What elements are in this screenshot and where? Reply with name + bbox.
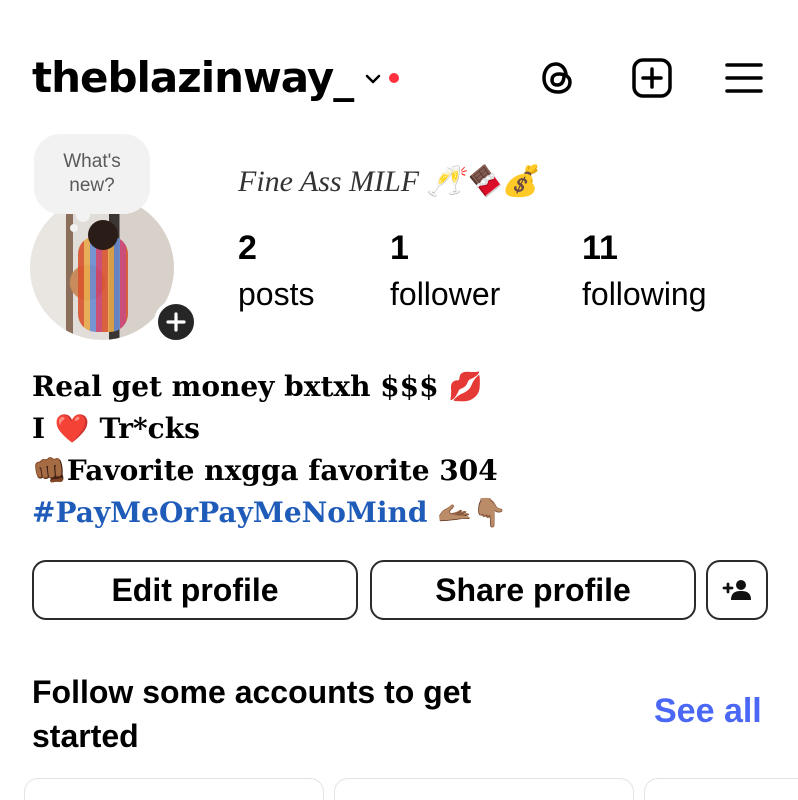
- bio-hashtag-link[interactable]: #PayMeOrPayMeNoMind: [32, 496, 428, 529]
- note-bubble[interactable]: What's new?: [34, 134, 150, 214]
- share-profile-label: Share profile: [435, 571, 631, 608]
- chevron-down-icon[interactable]: [363, 69, 383, 89]
- see-all-link[interactable]: See all: [654, 692, 762, 731]
- following-label: following: [582, 276, 707, 312]
- username[interactable]: theblazinway_: [32, 52, 354, 104]
- discover-people-button[interactable]: [706, 560, 768, 620]
- following-count: 11: [582, 229, 618, 267]
- bio-line: I ❤️ Tr*cks: [32, 412, 200, 445]
- profile-header: theblazinway_: [0, 0, 798, 150]
- add-person-icon: [722, 580, 751, 600]
- posts-stat[interactable]: 2 posts: [238, 228, 314, 314]
- menu-icon[interactable]: [722, 56, 766, 100]
- create-post-icon[interactable]: [630, 56, 674, 100]
- notification-dot: [389, 73, 400, 83]
- suggestions-title: Follow some accounts to get started: [32, 674, 472, 754]
- followers-count: 1: [390, 229, 409, 267]
- bio-line: Real get money bxtxh $$$ 💋: [32, 370, 484, 403]
- bio-hashtag-line: #PayMeOrPayMeNoMind 🫴🏽👇🏽: [32, 492, 507, 534]
- edit-profile-button[interactable]: Edit profile: [32, 560, 358, 620]
- share-profile-button[interactable]: Share profile: [370, 560, 696, 620]
- avatar-photo-detail: [78, 236, 128, 332]
- note-bubble-tail: [70, 224, 78, 232]
- suggestion-card[interactable]: [24, 778, 324, 800]
- account-switcher[interactable]: theblazinway_: [32, 52, 400, 104]
- posts-count: 2: [238, 229, 257, 267]
- bio-hashtag-emoji: 🫴🏽👇🏽: [437, 496, 507, 529]
- following-stat[interactable]: 11 following: [582, 228, 707, 314]
- followers-stat[interactable]: 1 follower: [390, 228, 500, 314]
- suggestion-card[interactable]: [644, 778, 798, 800]
- note-bubble-tail: [76, 208, 90, 222]
- followers-label: follower: [390, 276, 501, 312]
- suggestion-card[interactable]: [334, 778, 634, 800]
- posts-label: posts: [238, 276, 315, 312]
- profile-avatar-wrap[interactable]: [30, 196, 198, 344]
- profile-bio: Real get money bxtxh $$$ 💋 I ❤️ Tr*cks 👊…: [32, 366, 507, 534]
- threads-icon[interactable]: [536, 56, 580, 100]
- avatar-photo-detail: [88, 220, 118, 250]
- plus-icon: [166, 312, 186, 332]
- bio-line: 👊🏾Favorite nxgga favorite 304: [32, 454, 498, 487]
- avatar[interactable]: [30, 196, 174, 340]
- note-bubble-text: What's new?: [63, 151, 121, 196]
- profile-full-name: Fine Ass MILF 🥂🍫💰: [238, 165, 539, 198]
- add-story-button[interactable]: [154, 300, 198, 344]
- edit-profile-label: Edit profile: [111, 571, 279, 608]
